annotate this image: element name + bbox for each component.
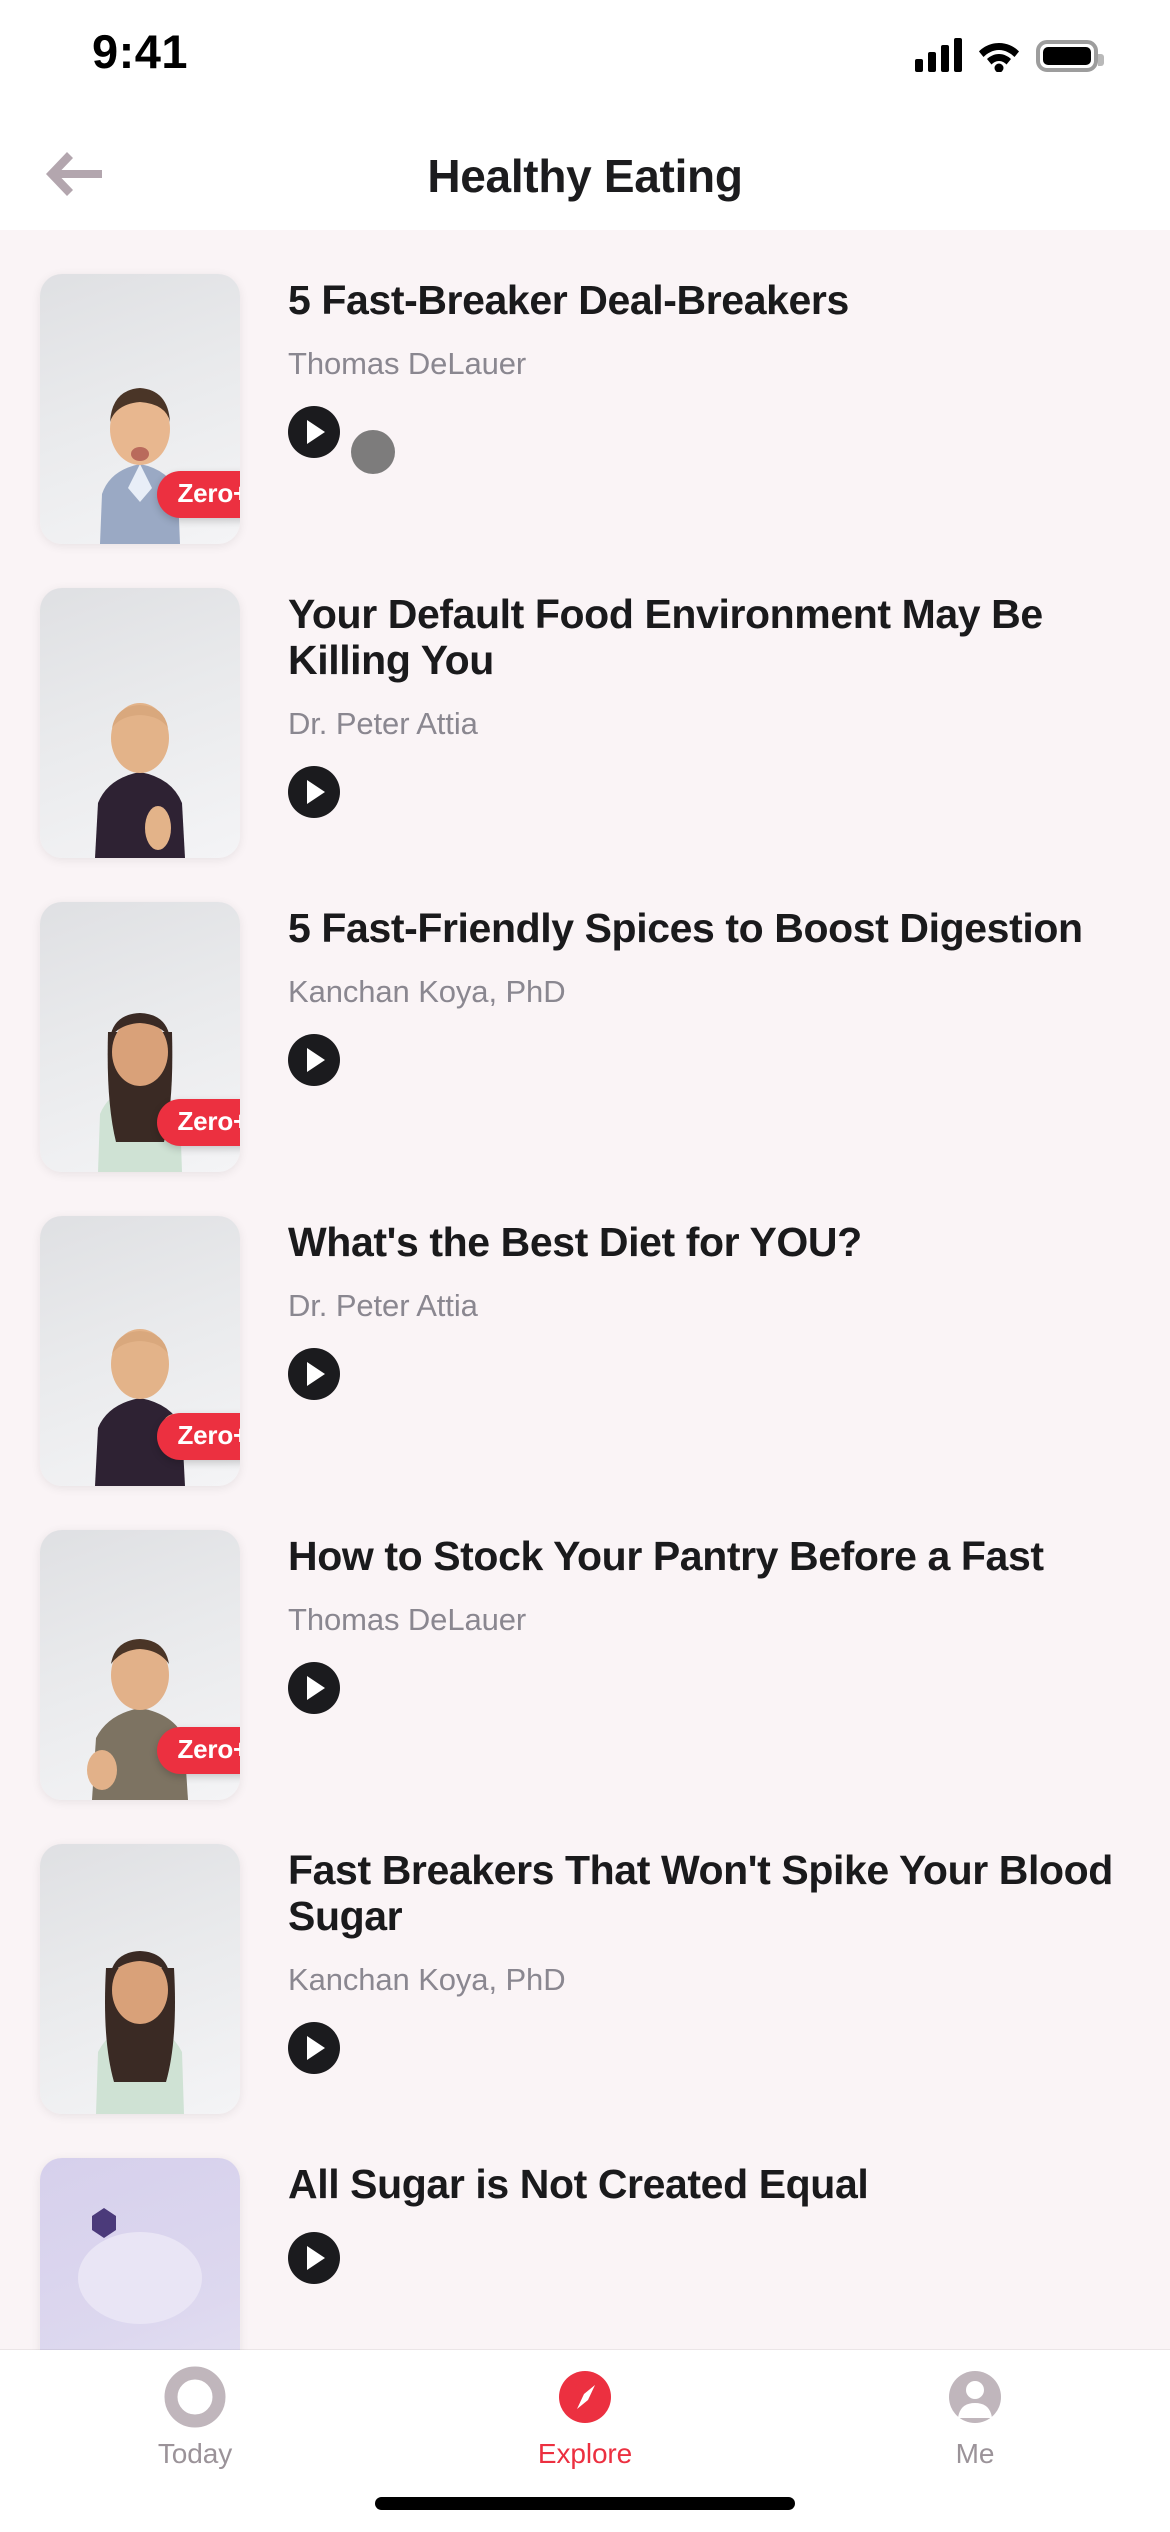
home-indicator: [375, 2497, 795, 2510]
video-thumbnail[interactable]: Zero+: [40, 1216, 240, 1486]
content-list[interactable]: Zero+ 5 Fast-Breaker Deal-Breakers Thoma…: [0, 230, 1170, 2420]
list-item[interactable]: Fast Breakers That Won't Spike Your Bloo…: [0, 1844, 1170, 2114]
tab-bar: Today Explore Me: [0, 2350, 1170, 2532]
tab-label: Today: [157, 2438, 233, 2469]
list-item-title[interactable]: Your Default Food Environment May Be Kil…: [288, 591, 1130, 684]
list-item-meta: All Sugar is Not Created Equal: [240, 2158, 1170, 2284]
list-item-title[interactable]: All Sugar is Not Created Equal: [288, 2161, 1130, 2208]
list-item[interactable]: Zero+ What's the Best Diet for YOU? Dr. …: [0, 1216, 1170, 1486]
play-circle-icon[interactable]: [288, 2021, 340, 2074]
list-item-author: Thomas DeLauer: [288, 345, 527, 381]
list-item[interactable]: Your Default Food Environment May Be Kil…: [0, 588, 1170, 858]
tab-today[interactable]: Today: [0, 2350, 390, 2482]
status-bar-time: 9:41: [92, 25, 189, 78]
list-item[interactable]: Zero+ 5 Fast-Breaker Deal-Breakers Thoma…: [0, 274, 1170, 544]
tab-explore[interactable]: Explore: [390, 2350, 780, 2482]
list-item-meta: Your Default Food Environment May Be Kil…: [240, 588, 1170, 818]
navigation-bar: Healthy Eating: [0, 122, 1170, 230]
ring-circle-icon: [164, 2366, 226, 2428]
video-thumbnail[interactable]: [40, 1844, 240, 2114]
list-item-title[interactable]: What's the Best Diet for YOU?: [288, 1219, 1130, 1266]
zero-plus-badge: Zero+: [157, 1727, 240, 1774]
play-circle-icon[interactable]: [288, 2231, 340, 2284]
list-item-title[interactable]: Fast Breakers That Won't Spike Your Bloo…: [288, 1847, 1130, 1940]
wifi-icon: [978, 38, 1020, 73]
cellular-signal-icon: [915, 38, 962, 72]
list-item-author: Dr. Peter Attia: [288, 705, 478, 741]
zero-plus-badge: Zero+: [157, 1413, 240, 1460]
play-circle-icon[interactable]: [288, 1033, 340, 1086]
zero-plus-badge: Zero+: [157, 1099, 240, 1146]
play-circle-icon[interactable]: [288, 1347, 340, 1400]
page-title: Healthy Eating: [427, 150, 743, 202]
video-thumbnail[interactable]: [40, 588, 240, 858]
list-item[interactable]: Zero+ How to Stock Your Pantry Before a …: [0, 1530, 1170, 1800]
list-item-author: Kanchan Koya, PhD: [288, 1961, 566, 1997]
list-item-meta: What's the Best Diet for YOU? Dr. Peter …: [240, 1216, 1170, 1400]
status-bar: 9:41: [0, 0, 1170, 122]
video-thumbnail[interactable]: Zero+: [40, 902, 240, 1172]
list-item-meta: Fast Breakers That Won't Spike Your Bloo…: [240, 1844, 1170, 2074]
list-item-title[interactable]: 5 Fast-Breaker Deal-Breakers: [288, 277, 1130, 324]
video-thumbnail[interactable]: Zero+: [40, 1530, 240, 1800]
list-item-meta: 5 Fast-Breaker Deal-Breakers Thomas DeLa…: [240, 274, 1170, 458]
list-item-author: Kanchan Koya, PhD: [288, 973, 566, 1009]
play-circle-icon[interactable]: [288, 1661, 340, 1714]
list-item-meta: 5 Fast-Friendly Spices to Boost Digestio…: [240, 902, 1170, 1086]
list-item-author: Thomas DeLauer: [288, 1601, 527, 1637]
tab-label: Me: [955, 2438, 995, 2469]
play-circle-icon[interactable]: [288, 765, 340, 818]
person-icon: [944, 2366, 1006, 2428]
list-item[interactable]: Zero+ 5 Fast-Friendly Spices to Boost Di…: [0, 902, 1170, 1172]
battery-full-icon: [1036, 40, 1104, 72]
list-item-title[interactable]: How to Stock Your Pantry Before a Fast: [288, 1533, 1130, 1580]
play-circle-icon[interactable]: [288, 405, 340, 458]
list-item-meta: How to Stock Your Pantry Before a Fast T…: [240, 1530, 1170, 1714]
app-screen: 9:41 Healthy Eating Zero 5 Fast-Breaker …: [0, 0, 1170, 2532]
tab-label: Explore: [537, 2438, 633, 2469]
zero-plus-badge: Zero+: [157, 471, 240, 518]
list-item-title[interactable]: 5 Fast-Friendly Spices to Boost Digestio…: [288, 905, 1130, 952]
video-thumbnail[interactable]: Zero+: [40, 274, 240, 544]
list-item-author: Dr. Peter Attia: [288, 1287, 478, 1323]
status-bar-indicators: [915, 32, 1104, 73]
tab-me[interactable]: Me: [780, 2350, 1170, 2482]
compass-icon: [554, 2366, 616, 2428]
